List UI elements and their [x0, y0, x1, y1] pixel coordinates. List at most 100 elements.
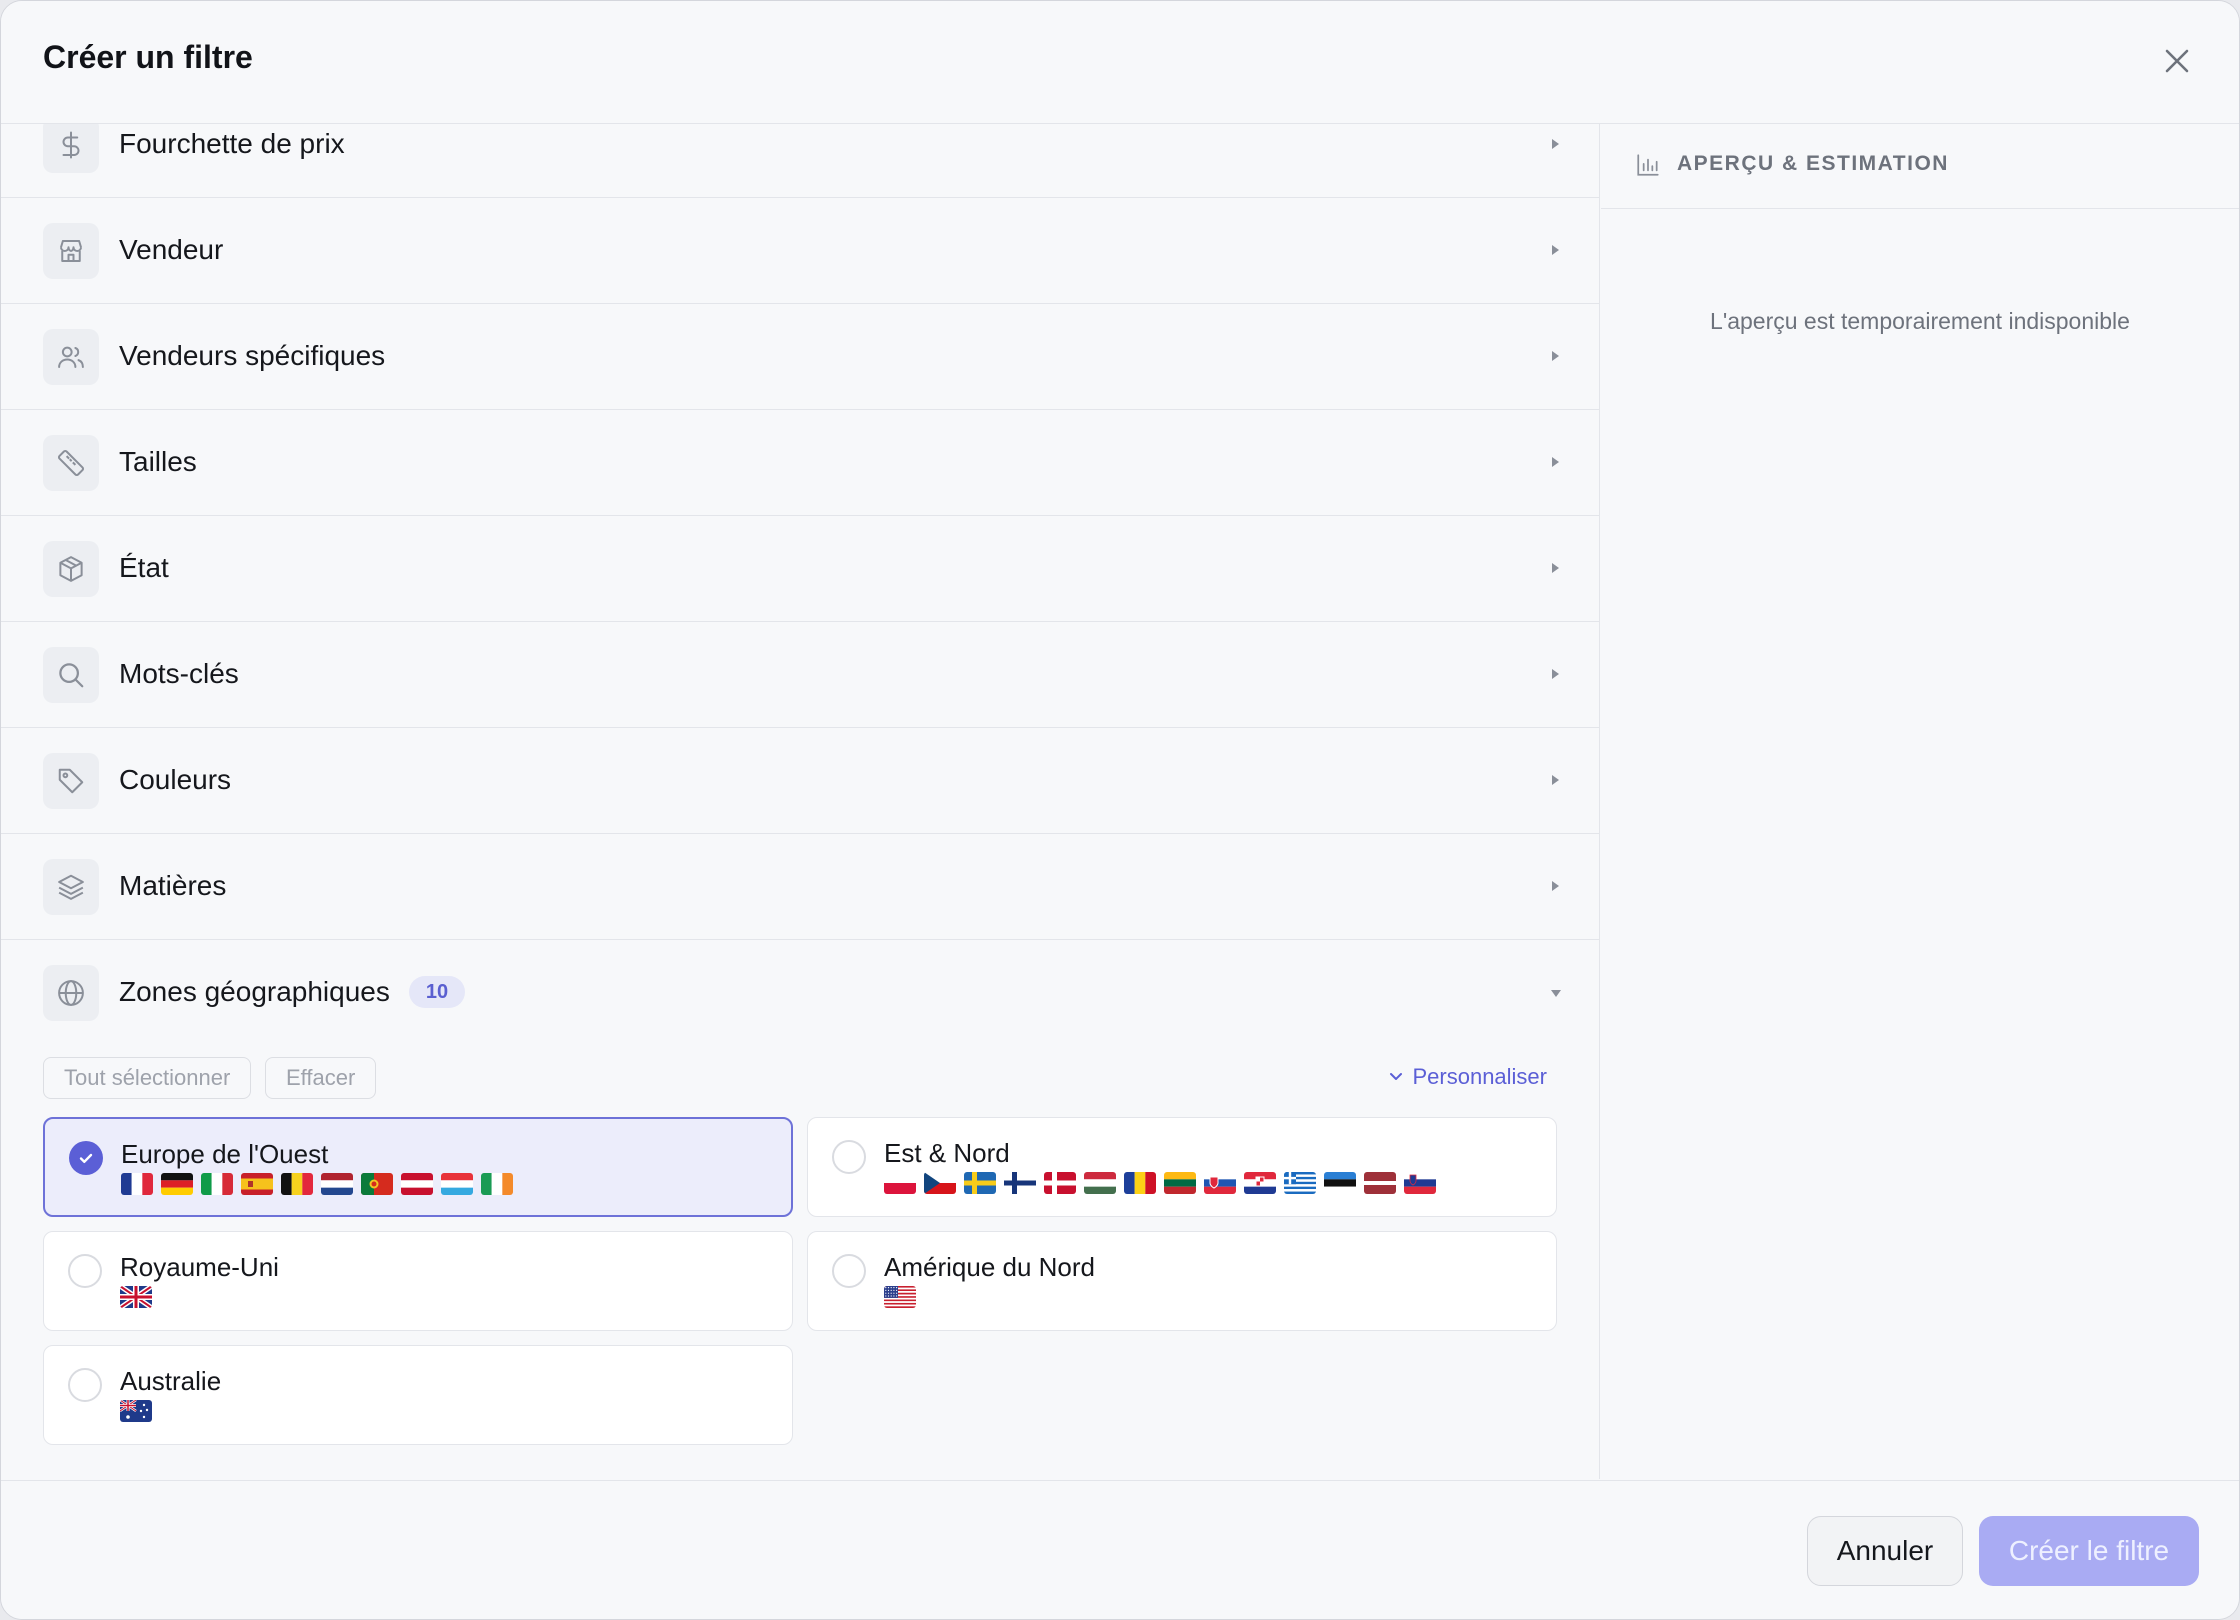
flag-fr-icon [121, 1173, 153, 1195]
flag-sk-icon [1204, 1172, 1236, 1194]
region-card-uk[interactable]: Royaume-Uni [43, 1231, 793, 1331]
flag-list [121, 1173, 513, 1195]
filter-row-specific-sellers[interactable]: Vendeurs spécifiques [1, 304, 1599, 410]
region-label: Australie [120, 1366, 222, 1396]
ruler-icon [43, 435, 99, 491]
checkmark-icon [79, 1153, 93, 1163]
flag-ie-icon [481, 1173, 513, 1195]
region-card-north-america[interactable]: Amérique du Nord [807, 1231, 1557, 1331]
region-card-western-europe[interactable]: Europe de l'Ouest [43, 1117, 793, 1217]
radio [68, 1368, 102, 1402]
chevron-down-icon [1388, 1064, 1404, 1090]
selected-count-badge: 10 [409, 976, 465, 1008]
flag-list [884, 1286, 916, 1308]
radio [832, 1254, 866, 1288]
filter-row-zones[interactable]: Zones géographiques 10 [1, 940, 1599, 1045]
dialog-header: Créer un filtre [1, 1, 2239, 124]
dollar-icon [43, 124, 99, 173]
search-icon [43, 647, 99, 703]
close-icon [2164, 48, 2190, 79]
clear-button[interactable]: Effacer [265, 1057, 377, 1099]
dialog-footer: Annuler Créer le filtre [1, 1480, 2239, 1619]
radio [832, 1140, 866, 1174]
filter-row-colors[interactable]: Couleurs [1, 728, 1599, 834]
flag-hr-icon [1244, 1172, 1276, 1194]
region-label: Est & Nord [884, 1138, 1010, 1168]
flag-be-icon [281, 1173, 313, 1195]
radio [68, 1254, 102, 1288]
flag-au-icon [120, 1400, 152, 1422]
customize-button[interactable]: Personnaliser [1388, 1064, 1547, 1090]
region-label: Europe de l'Ouest [121, 1139, 329, 1169]
box-icon [43, 541, 99, 597]
region-label: Royaume-Uni [120, 1252, 279, 1282]
filter-row-label: État [119, 552, 169, 583]
customize-label: Personnaliser [1412, 1064, 1547, 1089]
filter-row-label: Vendeurs spécifiques [119, 340, 386, 371]
flag-se-icon [964, 1172, 996, 1194]
filter-list: Fourchette de prix Vendeur Vendeurs spéc… [1, 124, 1600, 1479]
flag-fi-icon [1004, 1172, 1036, 1194]
caret-right-icon [1552, 775, 1559, 785]
region-card-east-north[interactable]: Est & Nord [807, 1117, 1557, 1217]
filter-row-keywords[interactable]: Mots-clés [1, 622, 1599, 728]
flag-ee-icon [1324, 1172, 1356, 1194]
flag-gb-icon [120, 1286, 152, 1308]
flag-at-icon [401, 1173, 433, 1195]
flag-es-icon [241, 1173, 273, 1195]
filter-row-price[interactable]: Fourchette de prix [1, 124, 1599, 198]
filter-row-materials[interactable]: Matières [1, 834, 1599, 940]
filter-row-condition[interactable]: État [1, 516, 1599, 622]
close-button[interactable] [2155, 41, 2199, 85]
store-icon [43, 223, 99, 279]
flag-pl-icon [884, 1172, 916, 1194]
select-all-button[interactable]: Tout sélectionner [43, 1057, 252, 1099]
checked-radio [69, 1141, 103, 1175]
region-card-australia[interactable]: Australie [43, 1345, 793, 1445]
filter-row-label: Mots-clés [119, 658, 239, 689]
filter-row-label: Tailles [119, 446, 197, 477]
filter-row-label: Matières [119, 870, 227, 901]
flag-list [120, 1286, 152, 1308]
flag-nl-icon [321, 1173, 353, 1195]
flag-pt-icon [361, 1173, 393, 1195]
flag-gr-icon [1284, 1172, 1316, 1194]
flag-lt-icon [1164, 1172, 1196, 1194]
filter-row-sizes[interactable]: Tailles [1, 410, 1599, 516]
dialog-title: Créer un filtre [43, 39, 253, 75]
preview-unavailable-message: L'aperçu est temporairement indisponible [1710, 308, 2130, 334]
cancel-button[interactable]: Annuler [1807, 1516, 1963, 1586]
preview-header: APERÇU & ESTIMATION [1601, 124, 2239, 209]
bar-chart-icon [1635, 152, 1661, 183]
flag-ro-icon [1124, 1172, 1156, 1194]
preview-title: APERÇU & ESTIMATION [1677, 152, 1949, 175]
flag-list [884, 1172, 1436, 1194]
filter-row-seller[interactable]: Vendeur [1, 198, 1599, 304]
filter-row-label: Fourchette de prix [119, 128, 345, 159]
users-icon [43, 329, 99, 385]
flag-lv-icon [1364, 1172, 1396, 1194]
flag-de-icon [161, 1173, 193, 1195]
caret-right-icon [1552, 139, 1559, 149]
globe-icon [43, 965, 99, 1021]
caret-right-icon [1552, 881, 1559, 891]
flag-hu-icon [1084, 1172, 1116, 1194]
create-filter-dialog: Créer un filtre Fourchette de prix Vende… [0, 0, 2240, 1620]
flag-list [120, 1400, 152, 1422]
caret-right-icon [1552, 351, 1559, 361]
flag-us-icon [884, 1286, 916, 1308]
flag-lu-icon [441, 1173, 473, 1195]
caret-right-icon [1552, 245, 1559, 255]
region-label: Amérique du Nord [884, 1252, 1095, 1282]
flag-dk-icon [1044, 1172, 1076, 1194]
flag-si-icon [1404, 1172, 1436, 1194]
layers-icon [43, 859, 99, 915]
filter-row-label: Zones géographiques [119, 976, 390, 1007]
tag-icon [43, 753, 99, 809]
filter-row-label: Vendeur [119, 234, 224, 265]
flag-it-icon [201, 1173, 233, 1195]
caret-down-icon [1551, 990, 1561, 997]
filter-row-label: Couleurs [119, 764, 232, 795]
flag-cz-icon [924, 1172, 956, 1194]
create-filter-button[interactable]: Créer le filtre [1979, 1516, 2199, 1586]
